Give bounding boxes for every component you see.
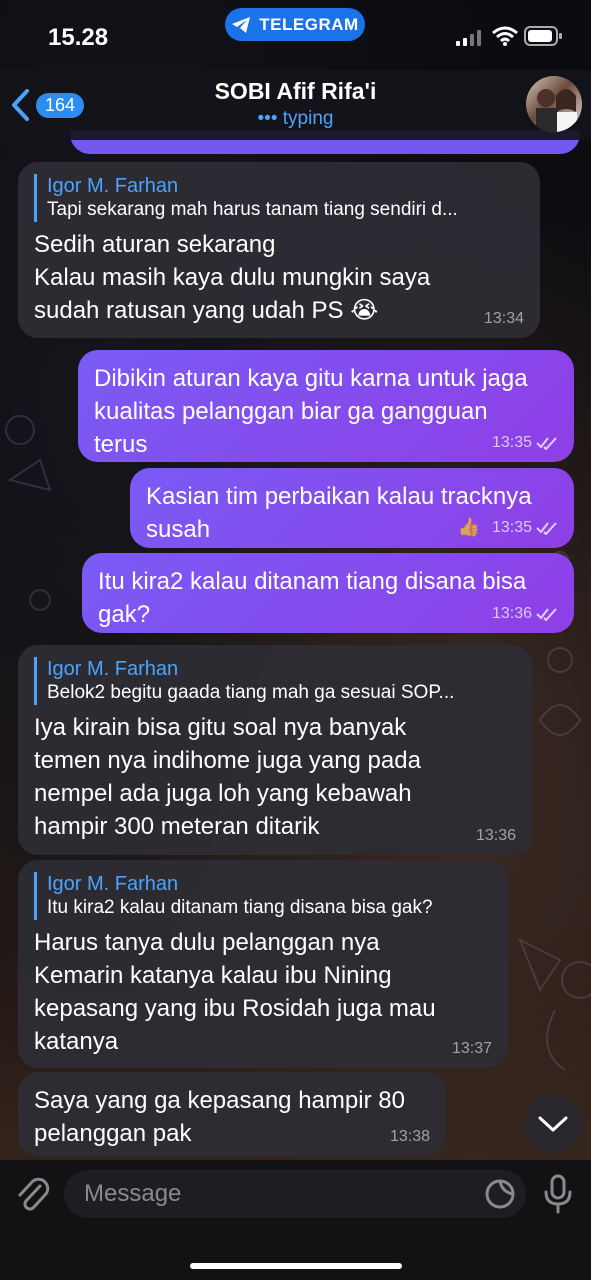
message-time: 13:37 [451, 1040, 492, 1057]
message-meta: 13:38 [390, 1128, 430, 1146]
double-check-icon [536, 437, 557, 450]
thumbs-up-reaction-icon[interactable]: 👍 [458, 517, 480, 538]
message-meta: 13:37 [452, 1040, 492, 1058]
reply-quote[interactable]: Igor M. Farhan Belok2 begitu gaada tiang… [34, 657, 516, 705]
message-composer [0, 1160, 591, 1280]
reply-quote[interactable]: Igor M. Farhan Itu kira2 kalau ditanam t… [34, 872, 492, 920]
message-text: Dibikin aturan kaya gitu karna untuk jag… [94, 365, 528, 458]
chevron-down-icon [538, 1116, 568, 1132]
message-time: 13:35 [491, 518, 532, 536]
message-time: 13:38 [389, 1128, 430, 1145]
battery-icon [524, 26, 562, 46]
chat-status: ••• typing [0, 108, 591, 130]
message-text: Iya kirain bisa gitu soal nya banyak tem… [34, 714, 421, 840]
paperclip-icon[interactable] [14, 1174, 50, 1214]
reply-snippet: Belok2 begitu gaada tiang mah ga sesuai … [47, 682, 455, 703]
message-text: Sedih aturan sekarang Kalau masih kaya d… [34, 231, 431, 324]
wifi-icon [492, 26, 518, 46]
reply-snippet: Tapi sekarang mah harus tanam tiang send… [47, 199, 458, 220]
back-button[interactable]: 164 [10, 88, 85, 122]
status-bar: 15.28 TELEGRAM [0, 0, 591, 70]
message-time: 13:34 [483, 310, 524, 327]
chat-title[interactable]: SOBI Afif Rifa'i [0, 78, 591, 105]
message-time: 13:35 [491, 434, 532, 451]
message-bubble-incoming[interactable]: Igor M. Farhan Tapi sekarang mah harus t… [18, 162, 540, 338]
sticker-icon[interactable] [484, 1178, 516, 1210]
message-meta: 13:36 [492, 605, 558, 623]
message-meta: 13:34 [484, 310, 524, 328]
scroll-to-bottom-button[interactable] [524, 1095, 582, 1153]
avatar-photo-icon [536, 89, 577, 132]
message-input[interactable] [64, 1170, 526, 1218]
message-text: Itu kira2 kalau ditanam tiang disana bis… [98, 568, 527, 628]
reply-snippet: Itu kira2 kalau ditanam tiang disana bis… [47, 897, 433, 918]
message-bubble-incoming[interactable]: Saya yang ga kepasang hampir 80 pelangga… [18, 1072, 446, 1156]
status-time: 15.28 [48, 24, 109, 51]
chat-header: SOBI Afif Rifa'i ••• typing 164 [0, 70, 591, 140]
message-time: 13:36 [491, 605, 532, 622]
telegram-pill-label: TELEGRAM [259, 14, 359, 34]
unread-count-badge: 164 [36, 92, 85, 118]
message-time: 13:36 [475, 827, 516, 844]
message-bubble-outgoing[interactable]: Kasian tim perbaikan kalau tracknya susa… [130, 468, 574, 548]
reply-author: Igor M. Farhan [47, 658, 179, 680]
microphone-icon[interactable] [541, 1174, 575, 1214]
message-meta: 13:35 [492, 434, 558, 452]
message-meta: 👍 13:35 [458, 517, 558, 538]
message-bubble-outgoing[interactable]: Dibikin aturan kaya gitu karna untuk jag… [78, 350, 574, 462]
message-text: Harus tanya dulu pelanggan nya Kemarin k… [34, 929, 436, 1055]
message-bubble-incoming[interactable]: Igor M. Farhan Belok2 begitu gaada tiang… [18, 645, 532, 855]
message-text: Saya yang ga kepasang hampir 80 pelangga… [34, 1087, 405, 1147]
typing-dots-icon: ••• [257, 108, 278, 129]
reply-author: Igor M. Farhan [47, 873, 179, 895]
message-bubble-outgoing[interactable]: Itu kira2 kalau ditanam tiang disana bis… [82, 553, 574, 633]
reply-author: Igor M. Farhan [47, 175, 179, 197]
double-check-icon [536, 608, 557, 621]
home-indicator [190, 1263, 402, 1269]
chat-status-label: typing [282, 108, 334, 129]
contact-avatar[interactable] [526, 76, 582, 132]
telegram-app-pill[interactable]: TELEGRAM [225, 8, 365, 41]
message-bubble-incoming[interactable]: Igor M. Farhan Itu kira2 kalau ditanam t… [18, 860, 508, 1068]
cellular-signal-icon [456, 30, 481, 46]
chevron-left-icon [12, 89, 29, 121]
telegram-plane-icon [232, 16, 251, 33]
double-check-icon [536, 521, 557, 535]
reply-quote[interactable]: Igor M. Farhan Tapi sekarang mah harus t… [34, 174, 524, 222]
message-meta: 13:36 [476, 827, 516, 845]
